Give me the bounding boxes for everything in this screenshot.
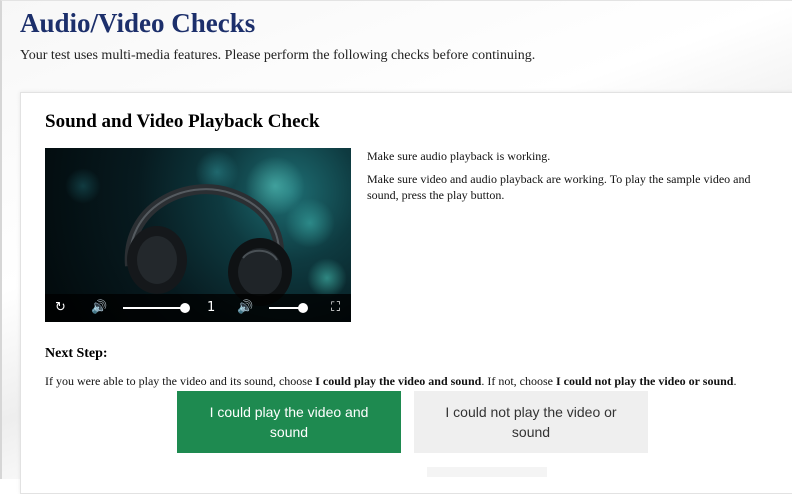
speed-value[interactable]: 1 — [207, 294, 215, 322]
instructions-yes-option: I could play the video and sound — [315, 374, 482, 388]
next-step-instructions: If you were able to play the video and i… — [45, 374, 792, 389]
divider — [427, 467, 547, 477]
next-step-heading: Next Step: — [45, 346, 108, 361]
instructions-text: If you were able to play the video and i… — [45, 374, 316, 388]
instructions-no-option: I could not play the video or sound — [555, 374, 734, 388]
volume-icon[interactable]: 🔊 — [91, 294, 107, 322]
could-play-button[interactable]: I could play the video and sound — [177, 391, 401, 453]
volume-slider[interactable] — [123, 307, 185, 309]
could-not-play-button[interactable]: I could not play the video or sound — [414, 391, 648, 453]
fullscreen-icon[interactable]: ⛶ — [331, 294, 340, 322]
replay-icon[interactable]: ↻ — [55, 294, 66, 322]
volume-slider-handle[interactable] — [180, 303, 190, 313]
player-controls: ↻ 🔊 1 🔊 ⛶ — [45, 294, 351, 322]
instructions-text: . If not, choose — [481, 374, 556, 388]
section-title: Sound and Video Playback Check — [45, 111, 320, 132]
volume-icon[interactable]: 🔊 — [237, 294, 253, 322]
instructions-text: . — [733, 374, 737, 388]
check-card: Sound and Video Playback Check ↻ 🔊 1 🔊 ⛶ — [20, 92, 792, 494]
video-player[interactable]: ↻ 🔊 1 🔊 ⛶ — [45, 148, 351, 322]
video-note: Make sure video and audio playback are w… — [367, 172, 751, 202]
second-volume-slider-handle[interactable] — [298, 303, 308, 313]
intro-text: Your test uses multi-media features. Ple… — [20, 48, 536, 63]
audio-note: Make sure audio playback is working. — [367, 149, 551, 163]
page-title: Audio/Video Checks — [20, 8, 256, 38]
